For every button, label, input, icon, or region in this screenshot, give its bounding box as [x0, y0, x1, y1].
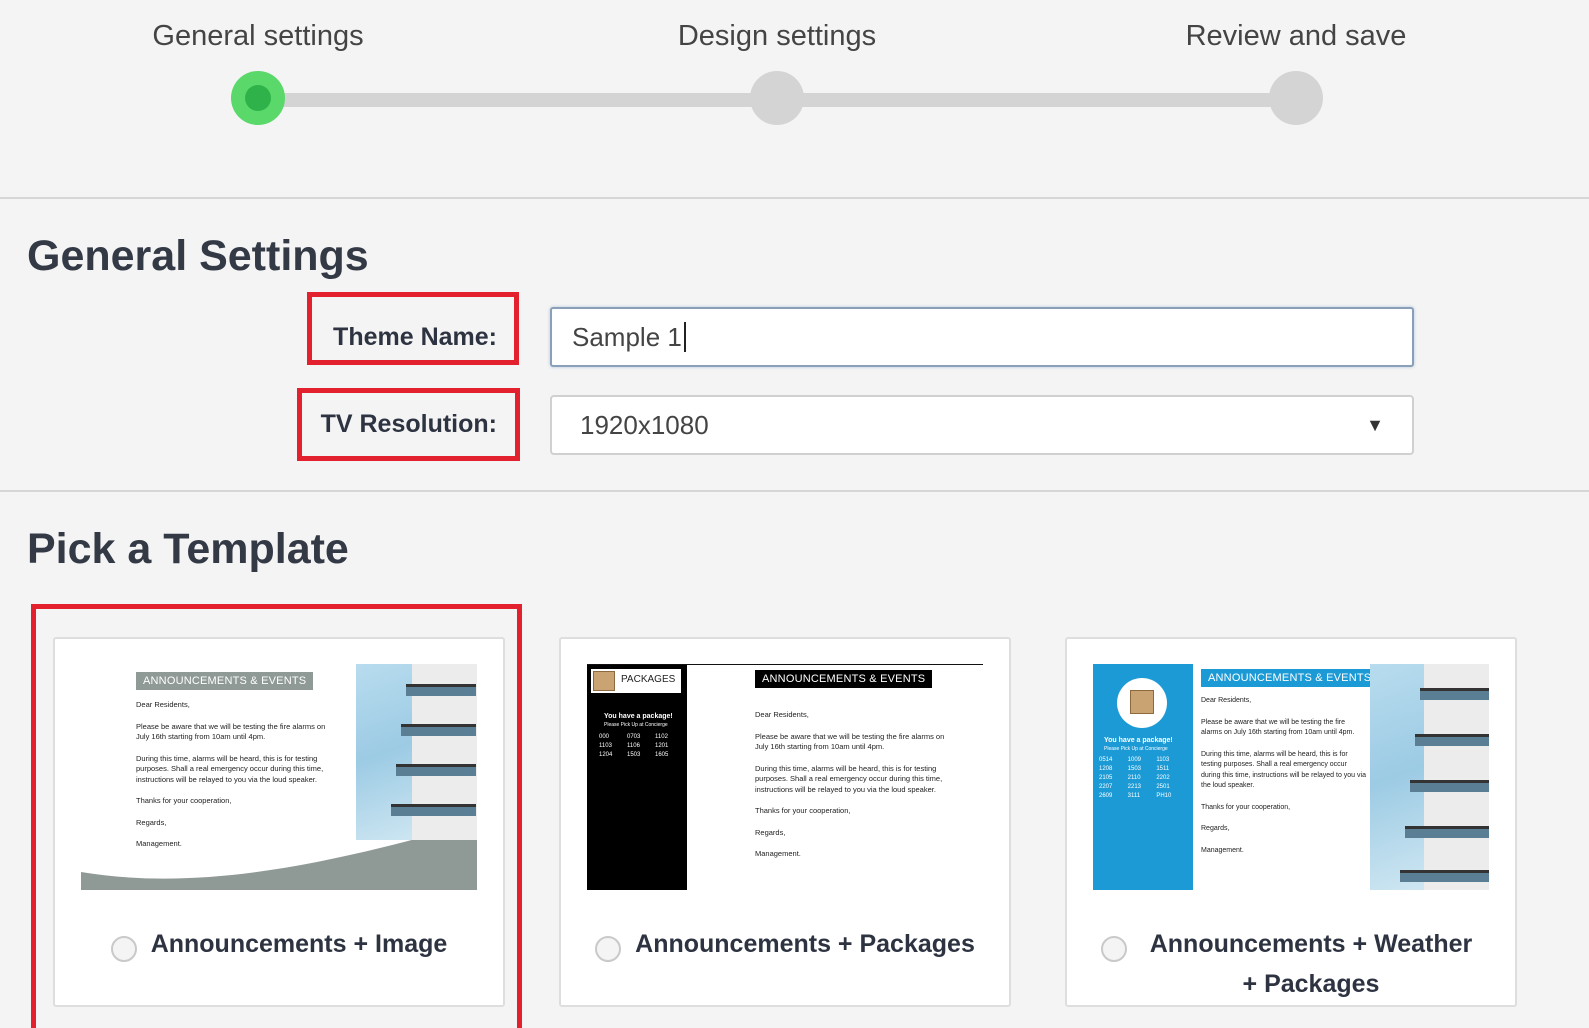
dropdown-arrow-icon: ▼ — [1366, 414, 1384, 435]
template-radio-1[interactable] — [110, 936, 137, 962]
template-label-2: Announcements + Packages — [635, 930, 975, 958]
building-photo — [1370, 664, 1489, 890]
template-preview-weather-packages: You have a package! Please Pick Up at Co… — [1093, 664, 1489, 890]
template-preview-image: ANNOUNCEMENTS & EVENTS Dear Residents, P… — [81, 664, 477, 890]
text-cursor — [683, 322, 686, 352]
theme-name-value: Sample 1 — [572, 321, 682, 352]
step-label-general: General settings — [152, 20, 364, 52]
divider-top — [0, 197, 1589, 199]
package-box-icon — [1130, 690, 1154, 714]
pick-template-heading: Pick a Template — [27, 525, 349, 573]
step-dot-review[interactable] — [1269, 71, 1323, 125]
step-dot-design[interactable] — [750, 71, 804, 125]
package-heading: You have a package! — [1104, 737, 1173, 744]
divider-middle — [0, 490, 1589, 492]
preview-letter: Dear Residents, Please be aware that we … — [1201, 697, 1366, 854]
preview-banner: ANNOUNCEMENTS & EVENTS — [136, 672, 314, 690]
package-box-icon — [593, 671, 615, 691]
building-photo — [356, 664, 477, 840]
template-card-announcements-packages[interactable]: PACKAGES You have a package! Please Pick… — [559, 637, 1011, 1007]
template-preview-packages: PACKAGES You have a package! Please Pick… — [587, 664, 983, 890]
theme-name-label: Theme Name: — [333, 323, 497, 351]
template-label-3: Announcements + Weather + Packages — [1149, 930, 1473, 998]
preview-banner: ANNOUNCEMENTS & EVENTS — [1201, 669, 1379, 687]
unit-list-b: 0514 1009 1103 1208 1503 1511 2105 2110 2202 2… — [1099, 757, 1172, 799]
preview-letter: Dear Residents, Please be aware that we … — [136, 700, 326, 848]
step-dot-general[interactable] — [231, 71, 285, 125]
unit-list-a: 000 0703 1102 1103 1106 1201 1204 1503 1605 — [599, 734, 669, 758]
tv-resolution-value: 1920x1080 — [580, 409, 709, 440]
packages-sidebar — [587, 665, 687, 890]
step-label-design: Design settings — [677, 20, 877, 52]
template-card-announcements-image[interactable]: ANNOUNCEMENTS & EVENTS Dear Residents, P… — [53, 637, 505, 1007]
preview-letter: Dear Residents, Please be aware that we … — [755, 710, 945, 858]
progress-stepper: General settings Design settings Review … — [0, 0, 1589, 198]
package-sub: Please Pick Up at Concierge — [1104, 746, 1168, 752]
package-sub: Please Pick Up at Concierge — [604, 722, 668, 728]
template-radio-2[interactable] — [595, 936, 622, 962]
general-settings-heading: General Settings — [27, 232, 369, 280]
packages-tag: PACKAGES — [621, 674, 676, 685]
theme-name-input[interactable]: Sample 1 — [550, 307, 1414, 367]
tv-resolution-select[interactable]: 1920x1080 ▼ — [550, 395, 1414, 455]
template-card-announcements-weather-packages[interactable]: You have a package! Please Pick Up at Co… — [1065, 637, 1517, 1007]
package-heading: You have a package! — [604, 713, 673, 720]
template-label-1: Announcements + Image — [150, 930, 448, 958]
step-label-review: Review and save — [1185, 20, 1407, 52]
preview-banner: ANNOUNCEMENTS & EVENTS — [755, 670, 933, 688]
tv-resolution-label: TV Resolution: — [320, 410, 497, 438]
template-radio-3[interactable] — [1101, 936, 1127, 962]
